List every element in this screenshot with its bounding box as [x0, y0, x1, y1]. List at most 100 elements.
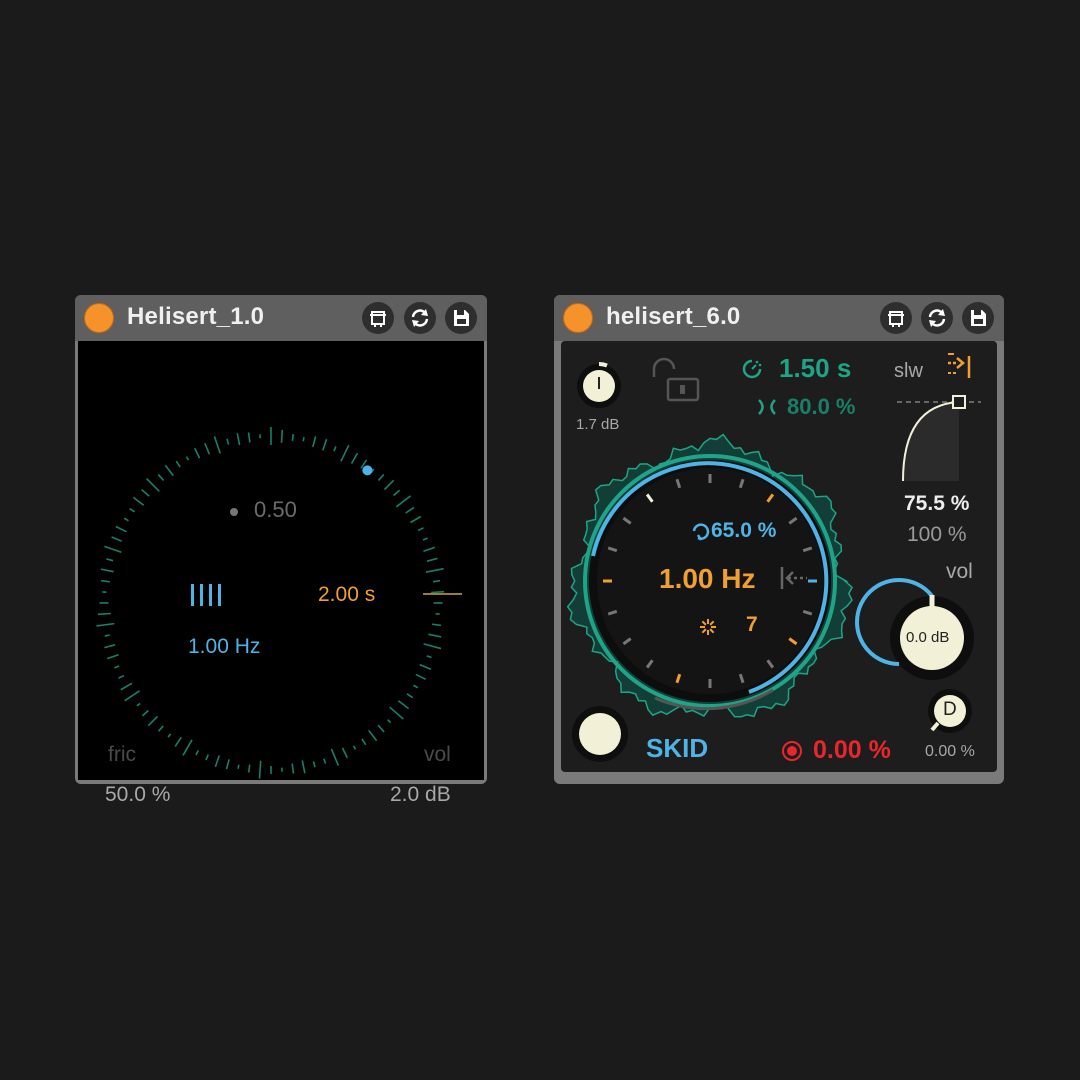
ring-tick — [214, 755, 221, 768]
d-label: D — [943, 699, 957, 720]
device-view-button[interactable] — [362, 302, 394, 334]
ring-tick — [352, 745, 357, 750]
save-button[interactable] — [962, 302, 994, 334]
device-body: I 1.7 dB 1.50 s 80.0 % slw 75.5 % 100 % … — [561, 341, 997, 772]
ring-tick — [174, 736, 182, 747]
inner-value[interactable]: 0.50 — [254, 497, 297, 523]
ring-tick — [387, 719, 392, 724]
save-button[interactable] — [445, 302, 477, 334]
device-titlebar: helisert_6.0 — [554, 295, 1004, 341]
ring-tick — [182, 739, 193, 756]
to-end-icon[interactable] — [948, 353, 971, 378]
ring-tick — [422, 537, 428, 541]
skid-trigger-button[interactable] — [572, 706, 628, 762]
record-icon[interactable] — [782, 741, 802, 761]
ring-tick — [237, 764, 240, 769]
ring-tick — [397, 700, 410, 710]
ring-tick — [195, 750, 199, 756]
ring-tick — [415, 673, 427, 681]
bars-icon[interactable] — [191, 584, 221, 606]
vol-value[interactable]: 2.0 dB — [390, 783, 451, 807]
rate-value[interactable]: 1.00 Hz — [659, 563, 756, 595]
feedback-icon — [758, 399, 776, 415]
rec-value[interactable]: 0.00 % — [813, 736, 891, 765]
device-titlebar: Helisert_1.0 — [75, 295, 487, 341]
ring-tick — [428, 633, 442, 638]
fric-value[interactable]: 50.0 % — [105, 783, 170, 807]
curve-max[interactable]: 100 % — [907, 523, 967, 547]
ring-tick — [164, 464, 174, 477]
ring-tick — [291, 763, 295, 774]
ring-tick — [405, 506, 415, 514]
ring-tick — [226, 438, 230, 445]
ring-tick — [431, 590, 445, 594]
ring-tick — [100, 579, 110, 583]
save-icon — [454, 310, 469, 326]
device-view-button[interactable] — [880, 302, 912, 334]
ring-tick — [118, 674, 125, 679]
ring-tick — [301, 760, 306, 774]
ring-tick — [114, 665, 120, 669]
refresh-icon — [928, 309, 946, 327]
ring-tick — [426, 557, 438, 562]
skid-label[interactable]: SKID — [646, 733, 708, 764]
steps-value[interactable]: 7 — [746, 613, 758, 637]
ring-tick — [104, 634, 110, 637]
ring-tick — [157, 725, 164, 732]
power-button[interactable] — [563, 303, 593, 333]
ring-tick — [426, 655, 432, 659]
power-button[interactable] — [84, 303, 114, 333]
device-view-icon — [888, 311, 904, 327]
time-value[interactable]: 2.00 s — [318, 583, 375, 607]
gain-knob[interactable] — [577, 361, 621, 408]
d-value[interactable]: 0.00 % — [925, 743, 975, 761]
inner-percent[interactable]: 65.0 % — [711, 519, 776, 543]
gain-value[interactable]: 1.7 dB — [576, 416, 619, 433]
curve-value[interactable]: 75.5 % — [904, 492, 969, 516]
ring-tick — [106, 558, 114, 562]
ring-tick — [393, 489, 401, 497]
ring-tick — [425, 567, 444, 573]
lock-open-icon[interactable] — [652, 357, 700, 402]
vol-value[interactable]: 0.0 dB — [906, 629, 949, 646]
ring-tick — [129, 507, 136, 513]
ring-tick — [413, 684, 419, 689]
ring-tick — [104, 545, 122, 553]
ring-tick — [330, 748, 340, 766]
ring-tick — [423, 546, 436, 553]
inner-dot — [230, 508, 238, 516]
refresh-icon — [411, 309, 429, 327]
ring-tick — [145, 477, 160, 492]
ring-tick — [132, 496, 145, 506]
helix-display[interactable] — [78, 341, 484, 780]
refresh-button[interactable] — [404, 302, 436, 334]
rate-value[interactable]: 1.00 Hz — [188, 635, 260, 659]
feedback-value[interactable]: 80.0 % — [787, 394, 856, 420]
device-body: 0.50 2.00 s 1.00 Hz fric 50.0 % vol 2.0 … — [78, 341, 484, 806]
timer-icon — [742, 359, 762, 379]
ring-tick — [141, 709, 149, 717]
ring-tick — [205, 754, 209, 761]
ring-tick — [280, 429, 284, 443]
refresh-button[interactable] — [921, 302, 953, 334]
ring-tick — [389, 706, 404, 720]
ring-tick — [333, 446, 337, 452]
ring-tick — [167, 733, 172, 738]
ring-tick — [341, 747, 349, 759]
ring-tick — [417, 527, 424, 532]
main-display[interactable] — [561, 341, 997, 772]
device-title: Helisert_1.0 — [127, 303, 265, 330]
ring-tick — [124, 690, 141, 702]
ring-tick — [383, 479, 395, 491]
ring-tick — [247, 432, 251, 443]
ring-tick — [350, 452, 359, 464]
ring-tick — [423, 643, 442, 650]
time-value[interactable]: 1.50 s — [779, 353, 851, 384]
ring-tick — [340, 444, 350, 462]
ring-tick — [104, 644, 116, 649]
ring-tick — [111, 536, 123, 542]
ring-tick — [291, 433, 295, 442]
ring-tick — [377, 473, 385, 481]
slew-curve[interactable] — [897, 395, 981, 482]
ring-tick — [106, 653, 119, 660]
